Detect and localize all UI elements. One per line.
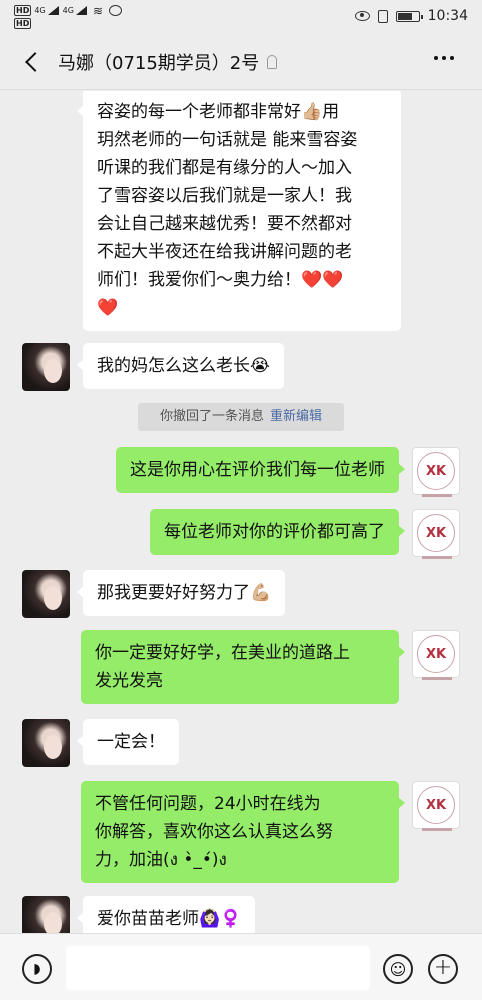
recall-text: 你撤回了一条消息 — [159, 409, 264, 424]
message-line: 师们！我爱你们～奥力给！❤️❤️ — [97, 270, 344, 290]
avatar[interactable] — [22, 719, 70, 767]
more-options-icon[interactable] — [434, 56, 454, 60]
school-logo: XK — [417, 786, 455, 831]
message-text: 一定会！ — [97, 732, 165, 752]
chat-header: 马娜（0715期学员）2号 — [0, 34, 482, 90]
school-logo: XK — [417, 514, 455, 559]
status-bar: HD 4G 4G ≋ HD 10:34 — [0, 0, 482, 34]
eye-icon — [354, 11, 370, 21]
net-label-1: 4G — [34, 6, 46, 15]
message-line: 听课的我们都是有缘分的人～加入 — [97, 158, 352, 178]
signal-icon-1 — [47, 6, 59, 15]
message-line: 玥然老师的一句话就是 能来雪容姿 — [97, 130, 358, 150]
plus-icon[interactable]: + — [428, 954, 458, 984]
message-line: 你一定要好好学，在美业的道路上 — [95, 643, 350, 663]
message-text: 那我更要好好努力了💪🏼 — [97, 583, 272, 603]
message-line: 不管任何问题，24小时在线为 — [95, 794, 321, 814]
message-bubble[interactable]: 一定会！ — [77, 719, 179, 765]
school-logo: XK — [417, 452, 455, 497]
recall-notice: 你撤回了一条消息 重新编辑 — [138, 403, 344, 431]
net-label-2: 4G — [62, 6, 74, 15]
avatar[interactable]: XK — [412, 447, 460, 497]
avatar[interactable] — [22, 570, 70, 618]
chat-title: 马娜（0715期学员）2号 — [58, 52, 260, 74]
message-bubble[interactable]: 那我更要好好努力了💪🏼 — [76, 570, 286, 616]
avatar[interactable]: XK — [412, 509, 460, 559]
status-left: HD 4G 4G ≋ HD — [14, 4, 122, 30]
message-line: 了雪容姿以后我们就是一家人！我 — [97, 186, 352, 206]
message-text: 每位老师对你的评价都可高了 — [164, 522, 385, 542]
signal-icon-2 — [75, 6, 87, 15]
clock: 10:34 — [427, 8, 468, 24]
message-bubble[interactable]: 爱你苗苗老师🙆🏻‍♀️♀️ — [76, 896, 256, 933]
avatar[interactable] — [22, 896, 70, 933]
avatar[interactable] — [22, 343, 70, 391]
hd-badge-1: HD — [14, 5, 32, 16]
message-text: 这是你用心在评价我们每一位老师 — [130, 460, 385, 480]
message-line: 容姿的每一个老师都非常好👍🏼用 — [97, 102, 340, 122]
message-text: 我的妈怎么这么老长😭 — [97, 356, 270, 376]
voice-icon[interactable]: ◗ — [22, 954, 52, 984]
message-bubble[interactable]: 容姿的每一个老师都非常好👍🏼用 玥然老师的一句话就是 能来雪容姿 听课的我们都是… — [77, 91, 401, 331]
message-line: 你解答，喜欢你这么认真这么努 — [95, 822, 333, 842]
message-text: 爱你苗苗老师🙆🏻‍♀️♀️ — [97, 909, 242, 929]
battery-icon — [395, 10, 423, 22]
status-right: 10:34 — [354, 8, 468, 24]
message-icon — [109, 5, 122, 16]
vibrate-icon — [377, 9, 388, 23]
message-bubble[interactable]: 不管任何问题，24小时在线为 你解答，喜欢你这么认真这么努 力，加油(ง •̀_… — [81, 781, 405, 883]
message-bubble[interactable]: 这是你用心在评价我们每一位老师 — [116, 447, 405, 493]
re-edit-link[interactable]: 重新编辑 — [270, 409, 322, 424]
avatar[interactable]: XK — [412, 630, 460, 680]
emoji-icon[interactable]: ☺ — [383, 954, 413, 984]
message-bubble[interactable]: 我的妈怎么这么老长😭 — [77, 343, 284, 389]
input-bar: ◗ ☺ + — [0, 933, 482, 1000]
chat-area[interactable]: 容姿的每一个老师都非常好👍🏼用 玥然老师的一句话就是 能来雪容姿 听课的我们都是… — [0, 91, 482, 933]
message-bubble[interactable]: 你一定要好好学，在美业的道路上 发光发亮 — [81, 630, 405, 704]
message-line: ❤️ — [97, 298, 119, 318]
message-bubble[interactable]: 每位老师对你的评价都可高了 — [150, 509, 405, 555]
message-input[interactable] — [66, 946, 370, 990]
back-arrow-icon[interactable] — [22, 52, 42, 72]
message-line: 不起大半夜还在给我讲解问题的老 — [97, 242, 352, 262]
mute-ear-icon — [267, 54, 278, 69]
wifi-icon: ≋ — [92, 3, 103, 18]
message-line: 会让自己越来越优秀！要不然都对 — [97, 214, 352, 234]
message-line: 发光发亮 — [95, 671, 163, 691]
message-line: 力，加油(ง •̀_•́)ง — [95, 850, 227, 870]
avatar[interactable]: XK — [412, 781, 460, 831]
school-logo: XK — [417, 635, 455, 680]
hd-badge-2: HD — [14, 18, 32, 29]
